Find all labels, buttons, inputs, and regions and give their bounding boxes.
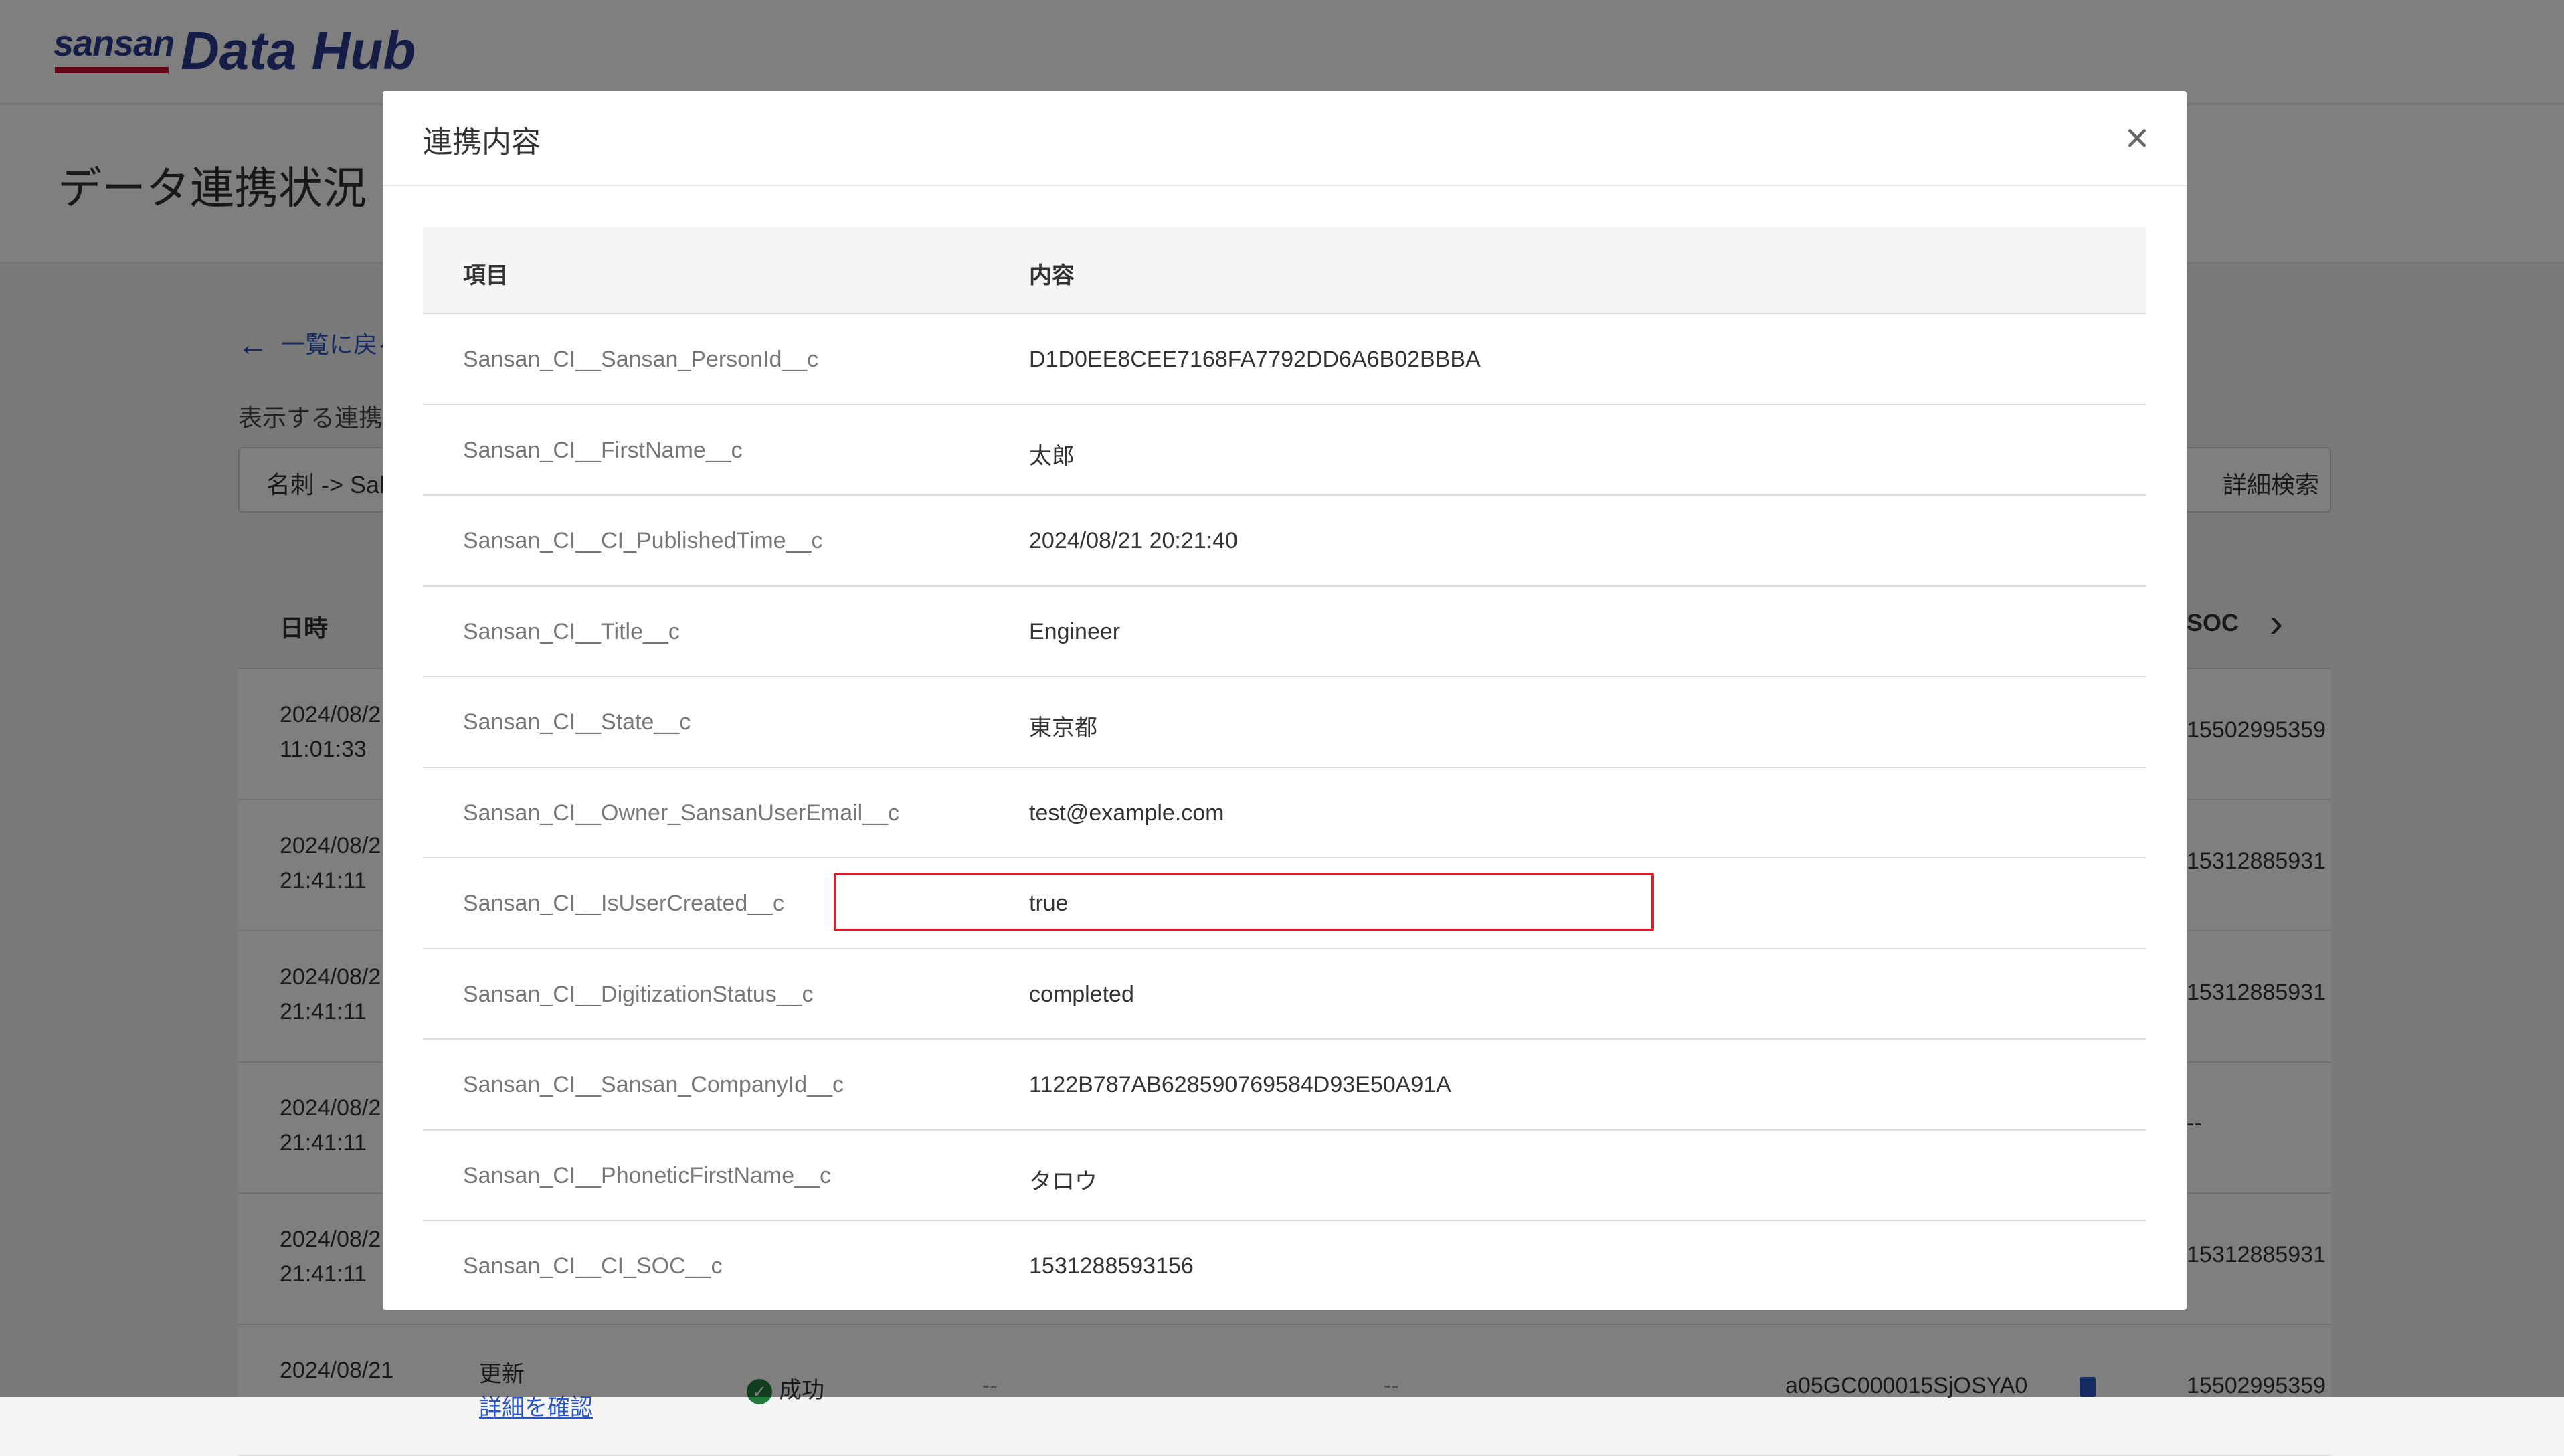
column-header-content: 内容 (1029, 263, 1075, 288)
field-name: Sansan_CI__CI_SOC__c (463, 1253, 723, 1279)
field-value: 1531288593156 (1029, 1253, 1194, 1279)
field-value: 1122B787AB628590769584D93E50A91A (1029, 1072, 1451, 1097)
field-name: Sansan_CI__CI_PublishedTime__c (463, 528, 823, 553)
field-value: タロウ (1029, 1168, 1097, 1194)
field-value: 太郎 (1029, 443, 1075, 469)
field-value: 2024/08/21 20:21:40 (1029, 528, 1238, 553)
field-name: Sansan_CI__State__c (463, 709, 691, 735)
detail-row: Sansan_CI__Sansan_PersonId__c D1D0EE8CEE7… (423, 314, 2146, 405)
detail-row: Sansan_CI__FirstName__c 太郎 (423, 405, 2146, 496)
field-name: Sansan_CI__PhoneticFirstName__c (463, 1162, 831, 1188)
field-value: Engineer (1029, 618, 1121, 644)
field-name: Sansan_CI__Sansan_CompanyId__c (463, 1072, 844, 1097)
modal-title: 連携内容 (423, 126, 541, 159)
modal-header: 連携内容 × (383, 91, 2187, 186)
field-value: 東京都 (1029, 715, 1097, 741)
integration-detail-modal: 連携内容 × 項目 内容 Sansan_CI__Sansan_PersonId_… (383, 91, 2187, 1310)
detail-row: Sansan_CI__CI_SOC__c 1531288593156 (423, 1221, 2146, 1310)
field-name: Sansan_CI__Title__c (463, 618, 680, 644)
field-name: Sansan_CI__IsUserCreated__c (463, 891, 785, 916)
field-value: completed (1029, 981, 1134, 1007)
field-name: Sansan_CI__DigitizationStatus__c (463, 981, 814, 1007)
column-header-item: 項目 (463, 263, 509, 288)
field-name: Sansan_CI__FirstName__c (463, 437, 743, 463)
detail-row: Sansan_CI__IsUserCreated__c true (423, 858, 2146, 949)
detail-row: Sansan_CI__Owner_SansanUserEmail__c test@… (423, 767, 2146, 858)
detail-row: Sansan_CI__DigitizationStatus__c complete… (423, 949, 2146, 1040)
detail-row: Sansan_CI__State__c 東京都 (423, 677, 2146, 768)
detail-row: Sansan_CI__CI_PublishedTime__c 2024/08/21… (423, 496, 2146, 587)
field-value: test@example.com (1029, 800, 1224, 826)
detail-row: Sansan_CI__Title__c Engineer (423, 586, 2146, 677)
field-value: D1D0EE8CEE7168FA7792DD6A6B02BBBA (1029, 347, 1481, 372)
detail-row: Sansan_CI__PhoneticFirstName__c タロウ (423, 1130, 2146, 1221)
field-name: Sansan_CI__Sansan_PersonId__c (463, 347, 819, 372)
detail-table-header: 項目 内容 (423, 227, 2146, 314)
close-icon[interactable]: × (2116, 118, 2159, 161)
detail-row: Sansan_CI__Sansan_CompanyId__c 1122B787AB… (423, 1040, 2146, 1131)
field-value: true (1029, 891, 1069, 916)
field-name: Sansan_CI__Owner_SansanUserEmail__c (463, 800, 900, 826)
